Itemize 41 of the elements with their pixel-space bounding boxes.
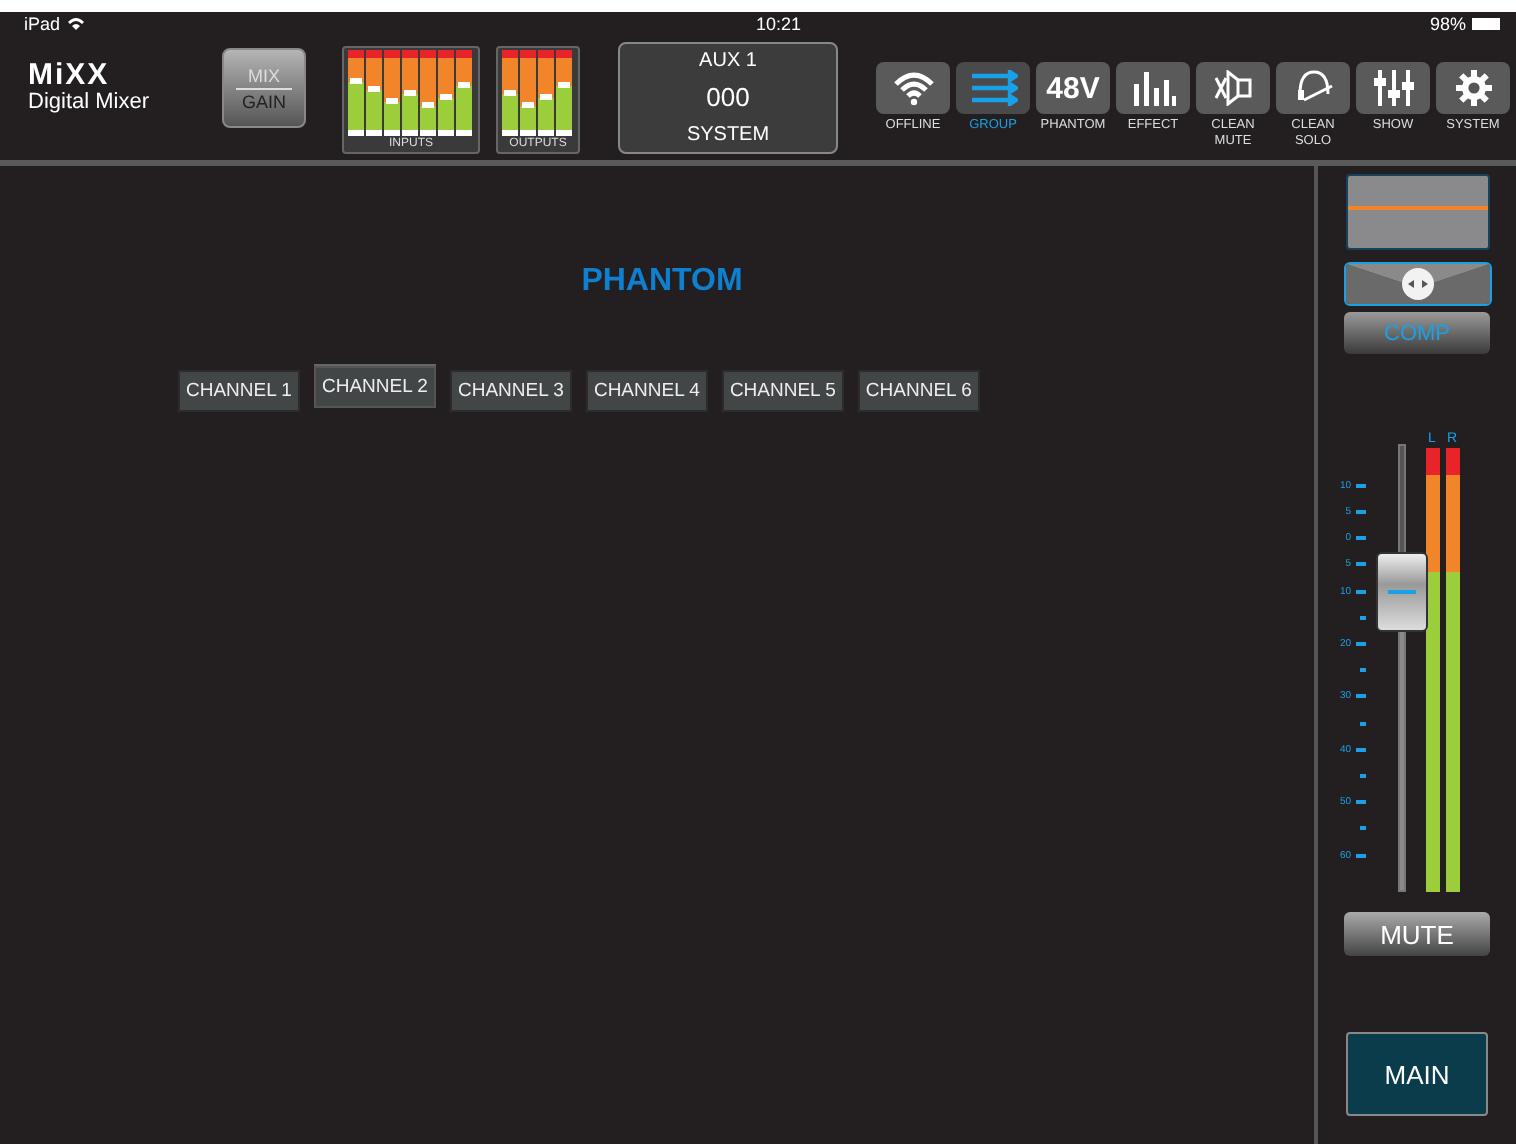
- battery-icon: [1472, 18, 1500, 30]
- logo: MiXX: [28, 60, 112, 90]
- wifi-icon: [891, 70, 935, 106]
- fader-handle[interactable]: [1375, 552, 1427, 633]
- scale-tick: [1355, 800, 1365, 805]
- scale-tick: [1355, 747, 1365, 752]
- panel-title: PHANTOM: [579, 264, 745, 300]
- logo-subtitle: Digital Mixer: [28, 90, 152, 114]
- sliders-icon: [1371, 70, 1415, 106]
- scale-tick: [1355, 483, 1365, 488]
- channel-button[interactable]: CHANNEL 2: [313, 366, 436, 408]
- wifi-icon: [66, 16, 87, 32]
- aux-display[interactable]: AUX 1 000 SYSTEM: [618, 42, 838, 154]
- scale-tick: [1355, 536, 1365, 541]
- channel-button[interactable]: CHANNEL 1: [178, 370, 300, 412]
- scale-tick: [1355, 510, 1365, 515]
- scale-tick: [1355, 853, 1365, 857]
- scale-tick: [1355, 562, 1365, 567]
- scale-tick: [1355, 694, 1365, 699]
- lines-arrow-icon: [969, 70, 1017, 106]
- pan-control[interactable]: [1343, 262, 1491, 306]
- speaker-mute-icon: [1211, 70, 1255, 106]
- scale-tick: [1355, 642, 1365, 646]
- settings-icon: [1453, 68, 1493, 108]
- channel-button[interactable]: CHANNEL 5: [721, 370, 844, 412]
- battery-percent: 98%: [1429, 14, 1466, 34]
- channel-button[interactable]: CHANNEL 3: [449, 370, 572, 412]
- mute-button[interactable]: MUTE: [1344, 912, 1490, 956]
- scale-tick: [1355, 589, 1365, 594]
- scale-tick: [1359, 615, 1365, 620]
- clock: 10:21: [756, 14, 802, 34]
- scale-tick: [1359, 826, 1365, 831]
- scale-tick: [1359, 721, 1365, 726]
- main-button[interactable]: MAIN: [1346, 1032, 1488, 1116]
- device-label: iPad: [24, 14, 61, 34]
- eq-preview[interactable]: [1345, 174, 1489, 250]
- channel-button[interactable]: CHANNEL 4: [585, 370, 708, 412]
- scale-tick: [1359, 773, 1365, 778]
- channel-button[interactable]: CHANNEL 6: [857, 370, 980, 412]
- scale-tick: [1359, 668, 1365, 673]
- bars-icon: [1131, 70, 1175, 106]
